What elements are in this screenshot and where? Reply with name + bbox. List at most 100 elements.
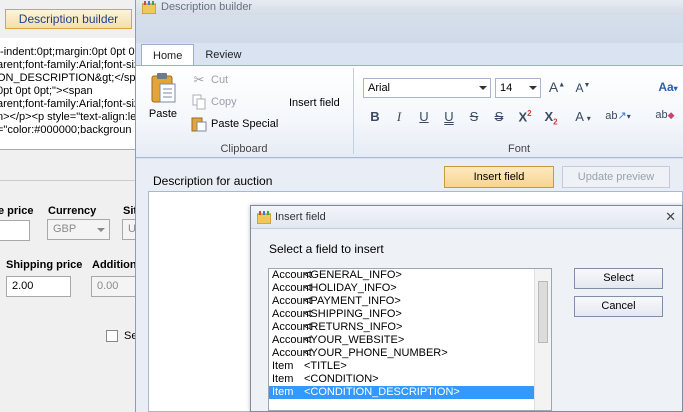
clipboard-group-label: Clipboard <box>220 143 268 155</box>
subscript-mark: 2 <box>553 117 558 127</box>
field-list-item[interactable]: Account<RETURNS_INFO> <box>269 321 551 334</box>
field-list-item[interactable]: Account<GENERAL_INFO> <box>269 269 551 282</box>
additional-input[interactable]: 0.00 <box>91 276 140 297</box>
window-titlebar[interactable]: Description builder <box>136 0 683 15</box>
italic-button[interactable]: I <box>390 109 408 125</box>
font-group-label: Font <box>507 143 530 155</box>
font-size-value: 14 <box>500 82 513 94</box>
description-label: Description for auction <box>153 174 273 188</box>
font-family-combo[interactable]: Arial <box>363 78 491 98</box>
font-color-button[interactable]: A ▾ <box>569 109 597 124</box>
html-line: arent;font-family:Arial;font-siz <box>0 98 140 110</box>
font-size-combo[interactable]: 14 <box>495 78 541 98</box>
cancel-button[interactable]: Cancel <box>574 296 663 317</box>
ribbon-tabs: Home Review <box>141 44 252 66</box>
paste-special-button[interactable]: Paste Special <box>191 115 278 133</box>
dialog-prompt: Select a field to insert <box>269 242 384 256</box>
additional-label: Addition <box>92 259 137 271</box>
insert-field-ribbon-button[interactable]: Insert field <box>289 97 340 109</box>
styles-button[interactable]: Aa▾ <box>654 80 682 94</box>
price-input[interactable] <box>0 220 30 241</box>
field-name: <HOLIDAY_INFO> <box>304 282 397 294</box>
select-button[interactable]: Select <box>574 268 663 289</box>
field-category: Item <box>272 386 294 398</box>
background-app-window: Description builder t-indent:0pt;margin:… <box>0 0 140 412</box>
italic-icon: I <box>396 109 402 124</box>
underline-icon: U <box>419 109 429 124</box>
description-builder-button[interactable]: Description builder <box>5 9 132 29</box>
field-category: Account <box>272 334 312 346</box>
field-list-item[interactable]: Account<YOUR_PHONE_NUMBER> <box>269 347 551 360</box>
field-category: Account <box>272 282 312 294</box>
html-line: arent;font-family:Arial;font-siz <box>0 59 140 71</box>
field-list-item[interactable]: Item <CONDITION_DESCRIPTION> <box>269 386 551 399</box>
paste-label: Paste <box>148 108 178 120</box>
copy-icon <box>192 94 206 110</box>
shrink-font-button[interactable]: A▼ <box>574 81 592 95</box>
field-list-item[interactable]: Account<HOLIDAY_INFO> <box>269 282 551 295</box>
font-color-icon: A <box>575 109 584 124</box>
chevron-down-icon <box>479 86 487 90</box>
field-name: <CONDITION_DESCRIPTION> <box>304 386 460 398</box>
scrollbar-thumb[interactable] <box>538 281 548 343</box>
window-title: Description builder <box>161 1 253 13</box>
copy-label: Copy <box>211 96 237 108</box>
close-icon[interactable]: ✕ <box>665 209 676 225</box>
field-list-item[interactable]: Account<YOUR_WEBSITE> <box>269 334 551 347</box>
cut-label: Cut <box>211 74 229 86</box>
price-label: e price <box>0 205 34 217</box>
dialog-titlebar[interactable]: Insert field ✕ <box>251 206 682 229</box>
superscript-icon: X <box>518 109 528 125</box>
underline-button[interactable]: U <box>415 109 433 124</box>
field-name: <YOUR_WEBSITE> <box>304 334 405 346</box>
grow-font-button[interactable]: A▲ <box>548 79 566 95</box>
insert-field-button[interactable]: Insert field <box>444 166 554 188</box>
tab-home[interactable]: Home <box>141 44 195 66</box>
shipping-price-label: Shipping price <box>6 259 83 271</box>
field-name: <TITLE> <box>304 360 347 372</box>
double-strikethrough-button[interactable]: S <box>490 109 508 124</box>
chevron-down-icon <box>97 228 105 232</box>
field-list[interactable]: Account<GENERAL_INFO> Account<HOLIDAY_INF… <box>268 268 552 411</box>
field-name: <SHIPPING_INFO> <box>304 308 402 320</box>
field-name: <PAYMENT_INFO> <box>304 295 401 307</box>
cut-button[interactable]: ✂ Cut <box>191 71 229 89</box>
highlight-button[interactable]: ab↗▾ <box>601 109 635 122</box>
list-scrollbar[interactable] <box>534 269 551 410</box>
strikethrough-button[interactable]: S <box>465 109 483 124</box>
subscript-icon: X <box>544 109 554 124</box>
superscript-button[interactable]: X2 <box>514 109 536 124</box>
field-list-item[interactable]: Item <CONDITION> <box>269 373 551 386</box>
double-underline-button[interactable]: U <box>440 109 458 124</box>
field-category: Account <box>272 269 312 281</box>
paste-button[interactable]: Paste <box>143 72 183 132</box>
chevron-down-icon <box>529 86 537 90</box>
html-line: ="color:#000000;backgroun <box>0 124 132 136</box>
tab-review[interactable]: Review <box>194 44 252 66</box>
clipboard-icon <box>151 73 176 103</box>
field-name: <RETURNS_INFO> <box>304 321 403 333</box>
subscript-button[interactable]: X2 <box>540 109 562 127</box>
field-list-item[interactable]: Item <TITLE> <box>269 360 551 373</box>
update-preview-button[interactable]: Update preview <box>562 166 670 188</box>
clear-format-button[interactable]: ab◆ <box>654 109 676 121</box>
superscript-mark: 2 <box>527 109 532 118</box>
copy-button[interactable]: Copy <box>191 93 237 111</box>
currency-value: GBP <box>53 223 77 235</box>
field-category: Account <box>272 347 312 359</box>
app-icon <box>257 211 271 224</box>
shipping-price-input[interactable]: 2.00 <box>6 276 71 297</box>
group-separator <box>353 68 354 154</box>
ribbon-home: Paste ✂ Cut Copy Paste Special Insert fie… <box>136 65 683 158</box>
field-list-item[interactable]: Account<PAYMENT_INFO> <box>269 295 551 308</box>
field-category: Account <box>272 295 312 307</box>
html-line: t-indent:0pt;margin:0pt 0pt 0p <box>0 46 140 58</box>
strikethrough-icon: S <box>469 109 479 124</box>
bold-button[interactable]: B <box>366 109 384 124</box>
currency-select[interactable]: GBP <box>47 219 110 240</box>
ribbon-header <box>136 15 683 43</box>
html-source-view[interactable]: t-indent:0pt;margin:0pt 0pt 0p arent;fon… <box>0 38 140 150</box>
field-category: Item <box>272 360 294 372</box>
field-list-item[interactable]: Account<SHIPPING_INFO> <box>269 308 551 321</box>
option-checkbox[interactable] <box>106 330 118 342</box>
